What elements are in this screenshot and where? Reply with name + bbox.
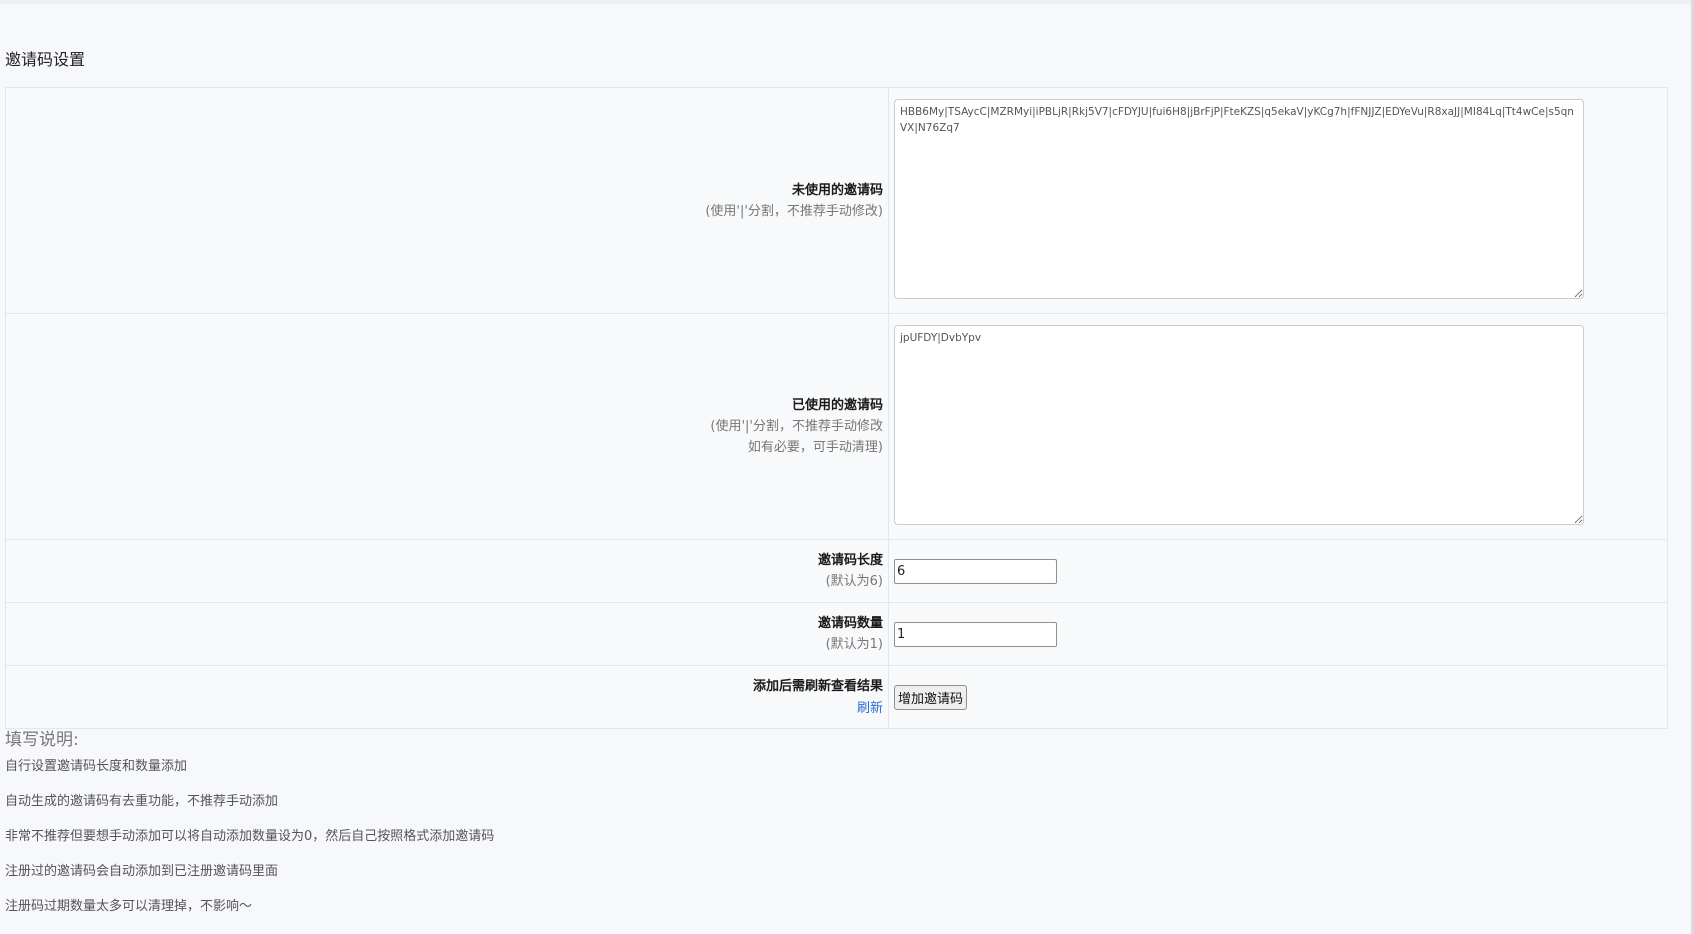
section-title: 邀请码设置 <box>5 50 86 69</box>
invite-settings-table: 未使用的邀请码 (使用'|'分割，不推荐手动修改) HBB6My|TSAycC|… <box>5 87 1668 729</box>
used-codes-textarea[interactable]: jpUFDY|DvbYpv <box>894 324 1584 525</box>
used-codes-hint-line1: (使用'|'分割，不推荐手动修改 <box>710 419 883 434</box>
top-strip <box>0 0 1694 4</box>
add-invite-codes-button[interactable]: 增加邀请码 <box>894 684 968 710</box>
code-length-row: 邀请码长度 (默认为6) <box>5 539 1668 603</box>
unused-codes-input-cell: HBB6My|TSAycC|MZRMyi|iPBLjR|Rkj5V7|cFDYJ… <box>888 87 1668 314</box>
code-count-label: 邀请码数量 <box>817 616 883 631</box>
instructions-title: 填写说明: <box>5 730 79 750</box>
code-count-input-cell <box>888 602 1668 666</box>
used-codes-input-cell: jpUFDY|DvbYpv <box>888 313 1668 540</box>
unused-codes-hint: (使用'|'分割，不推荐手动修改) <box>705 203 883 219</box>
instructions-list: 自行设置邀请码长度和数量添加 自动生成的邀请码有去重功能，不推荐手动添加 非常不… <box>5 757 494 924</box>
unused-codes-textarea[interactable]: HBB6My|TSAycC|MZRMyi|iPBLjR|Rkj5V7|cFDYJ… <box>894 98 1584 299</box>
code-count-input[interactable] <box>894 621 1057 647</box>
unused-codes-label: 未使用的邀请码 <box>791 182 883 198</box>
instruction-item: 非常不推荐但要想手动添加可以将自动添加数量设为0，然后自己按照格式添加邀请码 <box>5 829 495 844</box>
used-codes-label-cell: 已使用的邀请码 (使用'|'分割，不推荐手动修改 如有必要，可手动清理) <box>5 313 889 540</box>
refresh-link[interactable]: 刷新 <box>857 701 883 716</box>
code-length-input[interactable] <box>894 558 1057 584</box>
code-length-label: 邀请码长度 <box>817 553 883 568</box>
code-count-row: 邀请码数量 (默认为1) <box>5 602 1668 666</box>
used-codes-hint-line2: 如有必要，可手动清理) <box>747 440 883 455</box>
instruction-item: 注册过的邀请码会自动添加到已注册邀请码里面 <box>5 864 279 879</box>
instruction-item: 注册码过期数量太多可以清理掉，不影响～ <box>5 899 253 914</box>
add-codes-label-cell: 添加后需刷新查看结果 刷新 <box>5 665 889 729</box>
code-count-hint: (默认为1) <box>825 637 883 652</box>
instruction-item: 自行设置邀请码长度和数量添加 <box>5 759 188 774</box>
code-length-input-cell <box>888 539 1668 603</box>
code-length-hint: (默认为6) <box>825 574 883 589</box>
code-count-label-cell: 邀请码数量 (默认为1) <box>5 602 889 666</box>
instructions-section: 填写说明: 自行设置邀请码长度和数量添加 自动生成的邀请码有去重功能，不推荐手动… <box>5 729 494 924</box>
unused-codes-label-cell: 未使用的邀请码 (使用'|'分割，不推荐手动修改) <box>5 87 889 314</box>
add-codes-input-cell: 增加邀请码 <box>888 665 1668 729</box>
add-codes-label: 添加后需刷新查看结果 <box>752 678 883 694</box>
instruction-item: 自动生成的邀请码有去重功能，不推荐手动添加 <box>5 794 279 809</box>
used-codes-row: 已使用的邀请码 (使用'|'分割，不推荐手动修改 如有必要，可手动清理) jpU… <box>5 313 1668 540</box>
used-codes-label: 已使用的邀请码 <box>791 398 883 413</box>
add-codes-row: 添加后需刷新查看结果 刷新 增加邀请码 <box>5 665 1668 729</box>
unused-codes-row: 未使用的邀请码 (使用'|'分割，不推荐手动修改) HBB6My|TSAycC|… <box>5 87 1668 314</box>
code-length-label-cell: 邀请码长度 (默认为6) <box>5 539 889 603</box>
